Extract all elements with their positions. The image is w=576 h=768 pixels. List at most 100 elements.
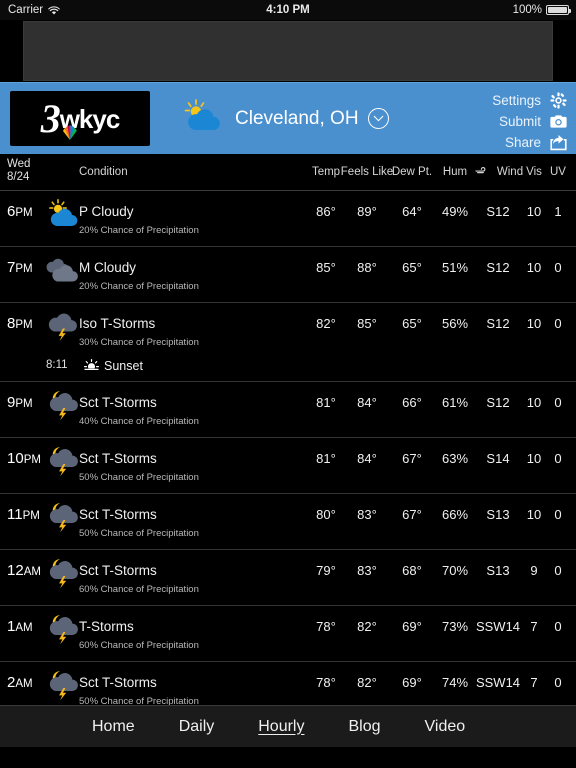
row-precipitation: 20% Chance of Precipitation <box>79 225 199 236</box>
row-condition: P Cloudy <box>79 204 134 219</box>
row-wind: S12 <box>486 316 510 331</box>
location-selector[interactable]: Cleveland, OH <box>182 99 389 138</box>
column-header-dew-point: Dew Pt. <box>391 166 433 178</box>
row-humidity: 70% <box>441 563 469 578</box>
row-wind: S12 <box>486 204 510 219</box>
nbc-peacock-icon <box>57 121 83 141</box>
night-thunderstorm-icon <box>46 614 80 645</box>
row-precipitation: 50% Chance of Precipitation <box>79 528 199 539</box>
tab-home[interactable]: Home <box>92 718 135 736</box>
row-time: 11PM <box>7 506 40 523</box>
row-uv: 0 <box>554 619 562 634</box>
hourly-row[interactable]: 9PM Sct T-Storms 40% Chance of Precipitat… <box>0 382 576 438</box>
ad-banner-area <box>0 20 576 82</box>
row-dew-point: 67° <box>402 451 422 466</box>
share-label: Share <box>504 134 541 150</box>
row-precipitation: 30% Chance of Precipitation <box>79 337 199 348</box>
row-precipitation: 60% Chance of Precipitation <box>79 584 199 595</box>
sun-event-label: Sunset <box>104 359 143 373</box>
row-dew-point: 66° <box>402 395 422 410</box>
thunderstorm-icon <box>46 311 80 341</box>
station-logo[interactable]: 3 wkyc <box>10 91 150 146</box>
row-uv: 0 <box>554 395 562 410</box>
row-condition: M Cloudy <box>79 260 137 275</box>
night-thunderstorm-icon <box>46 446 80 477</box>
hourly-row[interactable]: 7PM M Cloudy 20% Chance of Precipitation 8… <box>0 247 576 303</box>
row-wind: SSW14 <box>475 619 521 634</box>
row-wind: S13 <box>486 563 510 578</box>
hourly-row[interactable]: 1AM T-Storms 60% Chance of Precipitation 7… <box>0 606 576 662</box>
night-thunderstorm-icon <box>46 390 80 421</box>
row-humidity: 66% <box>441 507 469 522</box>
gear-icon <box>550 91 567 109</box>
row-uv: 0 <box>554 260 562 275</box>
row-precipitation: 50% Chance of Precipitation <box>79 472 199 483</box>
tab-video[interactable]: Video <box>425 718 466 736</box>
battery-icon <box>546 5 571 15</box>
row-wind: S12 <box>486 260 510 275</box>
row-uv: 0 <box>554 507 562 522</box>
row-uv: 1 <box>554 204 562 219</box>
row-dew-point: 65° <box>402 260 422 275</box>
row-condition: Iso T-Storms <box>79 316 156 331</box>
row-condition: T-Storms <box>79 619 134 634</box>
night-thunderstorm-icon <box>46 502 80 533</box>
logo-channel-number: 3 <box>40 95 61 141</box>
hourly-row[interactable]: 11PM Sct T-Storms 50% Chance of Precipita… <box>0 494 576 550</box>
camera-icon <box>550 113 567 130</box>
row-condition: Sct T-Storms <box>79 507 157 522</box>
row-precipitation: 50% Chance of Precipitation <box>79 696 199 705</box>
row-uv: 0 <box>554 563 562 578</box>
row-condition: Sct T-Storms <box>79 451 157 466</box>
row-dew-point: 69° <box>402 619 422 634</box>
ad-banner[interactable] <box>23 21 553 81</box>
column-header-humidity: Hum <box>442 166 468 178</box>
tab-blog[interactable]: Blog <box>348 718 380 736</box>
row-humidity: 49% <box>441 204 469 219</box>
row-condition: Sct T-Storms <box>79 563 157 578</box>
settings-label: Settings <box>492 92 541 108</box>
cloudy-icon <box>46 255 80 285</box>
row-precipitation: 60% Chance of Precipitation <box>79 640 199 651</box>
chevron-down-circle-icon[interactable] <box>367 108 389 129</box>
row-time: 2AM <box>7 674 33 691</box>
tab-hourly[interactable]: Hourly <box>258 718 304 736</box>
header-actions: Settings Submit Share <box>492 91 567 151</box>
row-dew-point: 65° <box>402 316 422 331</box>
sun-event-time: 8:11 <box>46 359 68 371</box>
battery-percent-label: 100% <box>512 4 542 16</box>
row-wind: S13 <box>486 507 510 522</box>
bottom-tab-bar: Home Daily Hourly Blog Video <box>0 705 576 747</box>
share-button[interactable]: Share <box>492 133 567 151</box>
hourly-row[interactable]: 8PM Iso T-Storms 30% Chance of Precipitat… <box>0 303 576 382</box>
night-thunderstorm-icon <box>46 670 80 701</box>
sunset-icon <box>84 359 99 374</box>
day-header: Wed 8/24 <box>7 158 30 184</box>
row-dew-point: 64° <box>402 204 422 219</box>
row-uv: 0 <box>554 675 562 690</box>
status-bar-time: 4:10 PM <box>266 4 310 16</box>
row-humidity: 56% <box>441 316 469 331</box>
row-wind: S12 <box>486 395 510 410</box>
hourly-row[interactable]: 2AM Sct T-Storms 50% Chance of Precipitat… <box>0 662 576 705</box>
row-humidity: 63% <box>441 451 469 466</box>
tab-daily[interactable]: Daily <box>179 718 215 736</box>
settings-button[interactable]: Settings <box>492 91 567 109</box>
hourly-forecast-list[interactable]: 6PM P Cloudy 20% Chance of Precipitation 8… <box>0 191 576 705</box>
row-time: 6PM <box>7 203 33 220</box>
sun-cloud-icon <box>46 199 80 229</box>
hourly-row[interactable]: 10PM Sct T-Storms 50% Chance of Precipita… <box>0 438 576 494</box>
row-wind: SSW14 <box>475 675 521 690</box>
row-uv: 0 <box>554 451 562 466</box>
submit-button[interactable]: Submit <box>492 112 567 130</box>
share-icon <box>550 134 567 151</box>
row-precipitation: 20% Chance of Precipitation <box>79 281 199 292</box>
submit-label: Submit <box>498 113 541 129</box>
row-time: 1AM <box>7 618 33 635</box>
hourly-row[interactable]: 6PM P Cloudy 20% Chance of Precipitation 8… <box>0 191 576 247</box>
row-wind: S14 <box>486 451 510 466</box>
row-time: 10PM <box>7 450 41 467</box>
hourly-row[interactable]: 12AM Sct T-Storms 60% Chance of Precipita… <box>0 550 576 606</box>
row-condition: Sct T-Storms <box>79 395 157 410</box>
partly-cloudy-icon <box>182 99 226 138</box>
